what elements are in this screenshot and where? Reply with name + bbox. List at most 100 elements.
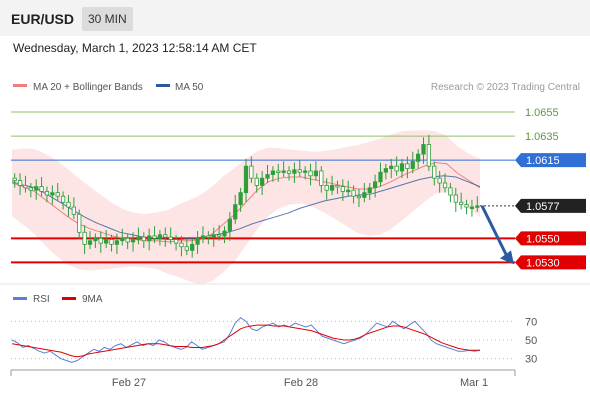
candle-body: [93, 237, 98, 242]
candle-body: [340, 186, 345, 192]
candle-body: [324, 184, 329, 191]
candle-body: [71, 206, 76, 215]
candle-body: [60, 195, 66, 203]
candle-body: [238, 192, 243, 206]
ma50-legend-swatch: [156, 84, 170, 87]
candle-body: [147, 235, 152, 242]
ma50-legend-label: MA 50: [175, 82, 204, 93]
candle-body: [426, 144, 432, 167]
candle-body: [410, 160, 415, 169]
candle-body: [211, 234, 216, 238]
rsi-tick-30: 30: [525, 354, 537, 366]
candle-body: [356, 195, 362, 199]
ma20-legend-label: MA 20 + Bollinger Bands: [33, 82, 143, 93]
candle-body: [475, 205, 480, 208]
candle-body: [260, 177, 265, 186]
candle-body: [66, 201, 71, 208]
candle-body: [346, 189, 351, 193]
candle-body: [399, 163, 405, 172]
candle-body: [351, 189, 356, 197]
copyright-credit: Research © 2023 Trading Central: [431, 82, 580, 93]
candle-body: [200, 235, 206, 239]
chart-canvas: 1.0655 1.0635 1.0615 1.0550 1.0530 1.0577 MA …: [0, 82, 590, 389]
candle-body: [362, 192, 367, 198]
candle-body: [104, 239, 109, 244]
candle-body: [44, 191, 50, 196]
candle-body: [421, 144, 426, 155]
candle-body: [416, 153, 421, 162]
level-label-1.0530: 1.0530: [526, 257, 560, 269]
candle-body: [168, 236, 173, 240]
rsi-legend-label: RSI: [33, 294, 50, 305]
candle-body: [50, 192, 55, 196]
candle-body: [453, 194, 458, 203]
candle-body: [136, 236, 141, 240]
candle-body: [270, 170, 276, 175]
candle-body: [163, 234, 168, 238]
ma20-legend-swatch: [13, 84, 27, 87]
candle-body: [319, 170, 324, 186]
candle-body: [77, 213, 82, 233]
level-label-1.0635: 1.0635: [525, 131, 559, 143]
x-tick-label: Feb 28: [284, 377, 318, 389]
rsi-ma-legend-swatch: [62, 297, 76, 300]
candle-body: [383, 168, 388, 173]
candle-body: [206, 235, 211, 238]
candle-body: [190, 243, 195, 251]
candle-body: [254, 177, 259, 186]
candle-body: [195, 237, 200, 245]
candle-body: [437, 177, 442, 184]
rsi-ma-legend-label: 9MA: [82, 294, 103, 305]
candle-body: [23, 184, 28, 189]
candle-body: [308, 170, 313, 177]
candle-body: [329, 184, 335, 191]
candle-body: [442, 182, 448, 189]
candle-body: [141, 236, 146, 242]
candle-body: [152, 235, 157, 239]
candle-body: [249, 165, 254, 179]
level-label-1.0615: 1.0615: [526, 155, 560, 167]
candle-body: [459, 201, 464, 206]
candle-body: [378, 171, 383, 183]
rsi-legend-swatch: [13, 297, 27, 300]
candle-body: [222, 230, 227, 237]
candle-body: [286, 170, 292, 174]
candle-body: [281, 170, 286, 173]
candle-body: [109, 239, 114, 245]
candle-body: [292, 169, 297, 174]
chart-widget: EUR/USD 30 MIN Wednesday, March 1, 2023 …: [0, 0, 590, 400]
candle-body: [448, 187, 453, 196]
candle-body: [313, 170, 319, 177]
candle-body: [276, 170, 281, 173]
candle-body: [335, 184, 340, 188]
candle-body: [39, 186, 44, 192]
candle-body: [17, 180, 23, 186]
candle-body: [98, 237, 103, 244]
rsi-tick-50: 50: [525, 335, 537, 347]
candle-body: [243, 165, 249, 194]
x-tick-label: Feb 27: [112, 377, 146, 389]
candle-body: [367, 187, 372, 194]
candle-body: [173, 239, 179, 244]
candle-body: [28, 187, 33, 191]
rsi-ma-line: [11, 324, 480, 358]
candle-body: [82, 231, 87, 245]
candle-body: [12, 177, 17, 181]
x-tick-label: Mar 1: [460, 377, 488, 389]
candle-body: [297, 169, 302, 173]
level-label-1.0550: 1.0550: [526, 233, 560, 245]
candle-body: [130, 239, 136, 243]
forecast-arrow: [480, 205, 509, 258]
candle-body: [394, 165, 399, 172]
candle-body: [233, 204, 238, 220]
candle-body: [34, 186, 39, 191]
candle-body: [179, 242, 184, 248]
last-price-label: 1.0577: [526, 201, 560, 213]
candle-body: [265, 174, 270, 179]
candle-body: [432, 165, 437, 179]
candle-body: [389, 165, 394, 169]
candle-body: [303, 170, 308, 173]
candle-body: [372, 181, 378, 189]
level-label-1.0655: 1.0655: [525, 107, 559, 119]
candle-body: [227, 218, 232, 232]
